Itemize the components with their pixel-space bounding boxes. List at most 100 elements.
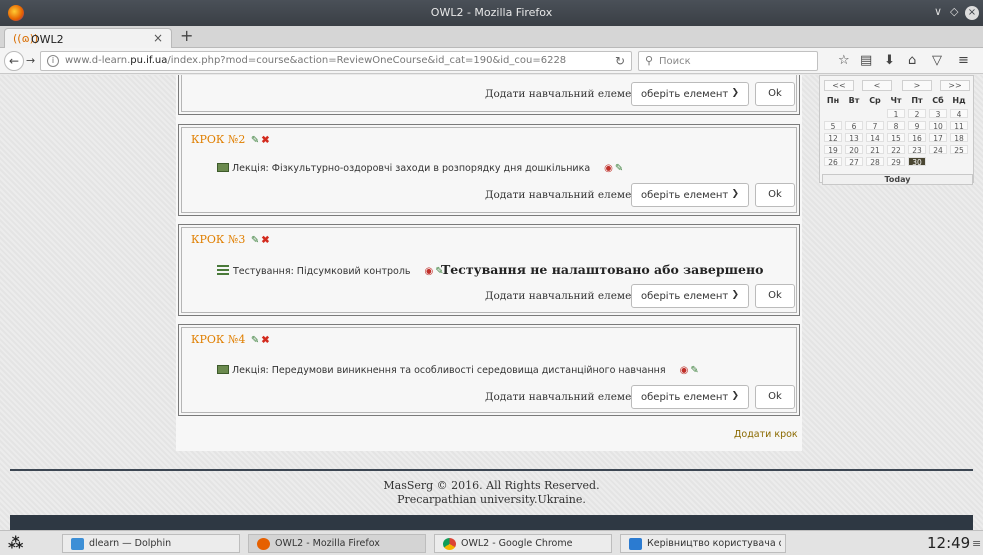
ok-button[interactable]: Ok bbox=[755, 385, 795, 409]
lecture-item[interactable]: Лекція: Фізкультурно-оздоровчі заходи в … bbox=[217, 163, 623, 174]
menu-icon[interactable]: ≡ bbox=[958, 53, 969, 68]
chevron-down-icon: ❯ bbox=[731, 189, 739, 199]
calendar-day[interactable]: 30 bbox=[908, 157, 926, 167]
search-icon: ⚲ bbox=[645, 54, 654, 67]
navigation-bar: ← → i www.d-learn.pu.if.ua/index.php?mod… bbox=[0, 48, 983, 74]
site-info-icon[interactable]: i bbox=[47, 55, 59, 67]
calendar-day[interactable]: 23 bbox=[908, 145, 926, 155]
lecture-item[interactable]: Лекція: Передумови виникнення та особлив… bbox=[217, 365, 699, 376]
delete-cross-icon[interactable]: ✖ bbox=[261, 235, 269, 246]
element-select[interactable]: оберіть елемент ❯ bbox=[631, 183, 749, 207]
minimize-button[interactable]: ∨ bbox=[934, 5, 942, 18]
element-select[interactable]: оберіть елемент ❯ bbox=[631, 284, 749, 308]
calendar-day[interactable]: 26 bbox=[824, 157, 842, 167]
ok-button[interactable]: Ok bbox=[755, 284, 795, 308]
calendar-day[interactable]: 1 bbox=[887, 109, 905, 119]
edit-pencil-icon[interactable]: ✎ bbox=[615, 163, 623, 174]
calendar-day[interactable]: 9 bbox=[908, 121, 926, 131]
home-icon[interactable]: ⌂ bbox=[908, 53, 916, 68]
visibility-eye-icon[interactable]: ◉ bbox=[425, 266, 434, 277]
calendar-day[interactable]: 22 bbox=[887, 145, 905, 155]
calendar-prev-year[interactable]: << bbox=[824, 80, 854, 91]
calendar-day[interactable]: 8 bbox=[887, 121, 905, 131]
kde-launcher-icon[interactable]: ⁂ bbox=[8, 534, 23, 552]
item-link[interactable]: Лекція: Передумови виникнення та особлив… bbox=[232, 365, 666, 376]
step-box-3: КРОК №3 ✎ ✖ Тестування: Підсумковий контр… bbox=[178, 224, 800, 316]
calendar-day[interactable]: 25 bbox=[950, 145, 968, 155]
url-bar[interactable]: i www.d-learn.pu.if.ua/index.php?mod=cou… bbox=[40, 51, 632, 71]
reading-list-icon[interactable]: ▤ bbox=[860, 53, 872, 68]
delete-cross-icon[interactable]: ✖ bbox=[261, 335, 269, 346]
calendar-day[interactable]: 7 bbox=[866, 121, 884, 131]
calendar-day[interactable]: 29 bbox=[887, 157, 905, 167]
forward-button[interactable]: → bbox=[26, 54, 35, 67]
calendar-day[interactable]: 28 bbox=[866, 157, 884, 167]
calendar-day[interactable]: 4 bbox=[950, 109, 968, 119]
visibility-eye-icon[interactable]: ◉ bbox=[604, 163, 613, 174]
back-button[interactable]: ← bbox=[4, 51, 24, 71]
maximize-button[interactable]: ◇ bbox=[950, 5, 958, 18]
add-step-link[interactable]: Додати крок bbox=[734, 429, 798, 440]
calendar-day[interactable]: 20 bbox=[845, 145, 863, 155]
folder-icon bbox=[71, 538, 84, 550]
calendar-next-month[interactable]: > bbox=[902, 80, 932, 91]
search-input[interactable]: ⚲ Поиск bbox=[638, 51, 818, 71]
calendar-day[interactable]: 16 bbox=[908, 133, 926, 143]
calendar-day[interactable]: 19 bbox=[824, 145, 842, 155]
step-title-text[interactable]: КРОК №3 bbox=[191, 233, 245, 246]
tab-close-icon[interactable]: × bbox=[153, 31, 163, 45]
clock: 12:49 bbox=[927, 534, 971, 552]
url-text: www.d-learn.pu.if.ua/index.php?mod=cours… bbox=[65, 55, 567, 66]
tray-menu-icon[interactable]: ≡ bbox=[972, 537, 981, 550]
test-item[interactable]: Тестування: Підсумковий контроль ◉ ✎ bbox=[217, 265, 444, 277]
task-label: Керівництво користувача d-learn bbox=[647, 538, 781, 549]
edit-pencil-icon[interactable]: ✎ bbox=[251, 335, 259, 346]
task-dolphin[interactable]: dlearn — Dolphin bbox=[62, 534, 240, 553]
delete-cross-icon[interactable]: ✖ bbox=[261, 135, 269, 146]
reload-icon[interactable]: ↻ bbox=[615, 54, 625, 68]
task-document[interactable]: Керівництво користувача d-learn bbox=[620, 534, 786, 553]
task-firefox[interactable]: OWL2 - Mozilla Firefox bbox=[248, 534, 426, 553]
calendar-widget: << < > >> Today Пн Вт Ср Чт Пт Сб Нд 1 2 3 4 5 6 7 8 9 1… bbox=[819, 75, 974, 185]
step-box-previous: Додати навчальний елемент: оберіть елеме… bbox=[178, 75, 800, 115]
calendar-day[interactable]: 6 bbox=[845, 121, 863, 131]
calendar-day[interactable]: 18 bbox=[950, 133, 968, 143]
element-select[interactable]: оберіть елемент ❯ bbox=[631, 82, 749, 106]
close-window-button[interactable]: × bbox=[965, 6, 979, 20]
ok-button[interactable]: Ok bbox=[755, 82, 795, 106]
calendar-day[interactable]: 15 bbox=[887, 133, 905, 143]
ok-button[interactable]: Ok bbox=[755, 183, 795, 207]
pocket-icon[interactable]: ▽ bbox=[932, 53, 942, 68]
calendar-today-button[interactable]: Today bbox=[822, 174, 973, 185]
item-link[interactable]: Тестування: Підсумковий контроль bbox=[233, 266, 411, 277]
task-chrome[interactable]: OWL2 - Google Chrome bbox=[434, 534, 612, 553]
document-icon bbox=[629, 538, 642, 550]
item-link[interactable]: Лекція: Фізкультурно-оздоровчі заходи в … bbox=[232, 163, 590, 174]
visibility-eye-icon[interactable]: ◉ bbox=[680, 365, 689, 376]
element-select[interactable]: оберіть елемент ❯ bbox=[631, 385, 749, 409]
edit-pencil-icon[interactable]: ✎ bbox=[251, 135, 259, 146]
calendar-day[interactable]: 27 bbox=[845, 157, 863, 167]
calendar-day[interactable]: 5 bbox=[824, 121, 842, 131]
calendar-day[interactable]: 2 bbox=[908, 109, 926, 119]
calendar-day[interactable]: 17 bbox=[929, 133, 947, 143]
footer-divider bbox=[10, 469, 973, 471]
calendar-day[interactable]: 21 bbox=[866, 145, 884, 155]
calendar-day[interactable]: 12 bbox=[824, 133, 842, 143]
calendar-day[interactable]: 24 bbox=[929, 145, 947, 155]
tab-owl2[interactable]: ((ɷ)) OWL2 × bbox=[4, 28, 172, 49]
calendar-day[interactable]: 14 bbox=[866, 133, 884, 143]
step-title-text[interactable]: КРОК №4 bbox=[191, 333, 245, 346]
new-tab-button[interactable]: + bbox=[180, 26, 193, 45]
calendar-day[interactable]: 11 bbox=[950, 121, 968, 131]
downloads-icon[interactable]: ⬇ bbox=[884, 53, 895, 68]
calendar-day[interactable]: 10 bbox=[929, 121, 947, 131]
step-title-text[interactable]: КРОК №2 bbox=[191, 133, 245, 146]
bookmark-star-icon[interactable]: ☆ bbox=[838, 53, 850, 68]
edit-pencil-icon[interactable]: ✎ bbox=[251, 235, 259, 246]
calendar-next-year[interactable]: >> bbox=[940, 80, 970, 91]
calendar-day[interactable]: 13 bbox=[845, 133, 863, 143]
calendar-prev-month[interactable]: < bbox=[862, 80, 892, 91]
edit-pencil-icon[interactable]: ✎ bbox=[690, 365, 698, 376]
calendar-day[interactable]: 3 bbox=[929, 109, 947, 119]
